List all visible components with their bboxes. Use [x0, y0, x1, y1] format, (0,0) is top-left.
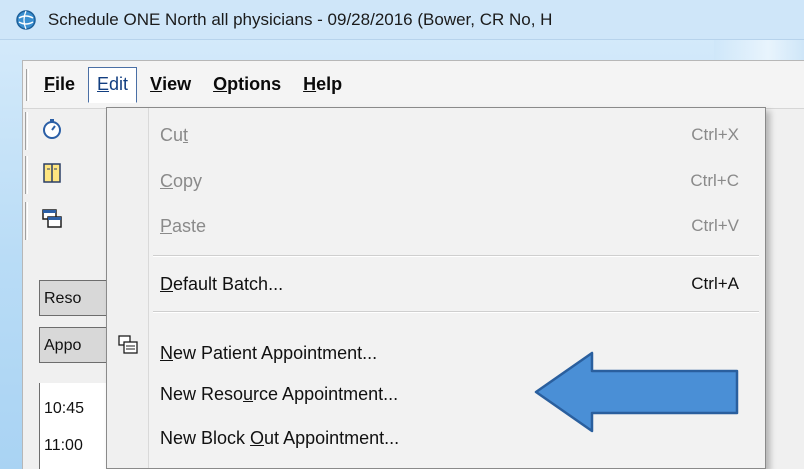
menu-options[interactable]: Options	[204, 67, 290, 103]
menubar-grip[interactable]	[26, 68, 29, 101]
time-cell: 11:00	[44, 437, 83, 454]
windows-button[interactable]	[31, 202, 73, 240]
menu-help[interactable]: Help	[294, 67, 351, 103]
menu-item-shortcut: Ctrl+X	[691, 125, 739, 144]
menu-options-mnemonic: O	[213, 74, 228, 94]
menu-item-label: Cut	[160, 124, 189, 145]
menu-view-rest: iew	[162, 74, 192, 94]
side-toolbar	[23, 110, 81, 250]
toolbar-grip-3[interactable]	[25, 202, 28, 240]
window-title: Schedule ONE North all physicians - 09/2…	[47, 9, 553, 29]
menu-item-copy[interactable]: Copy Ctrl+C	[149, 164, 765, 198]
menu-item-label: Default Batch...	[160, 273, 284, 294]
grid-header-resource-text: Reso	[44, 290, 82, 307]
menu-file[interactable]: File	[35, 67, 84, 103]
menu-item-cut[interactable]: Cut Ctrl+X	[149, 118, 765, 152]
menu-item-label: Copy	[160, 170, 203, 191]
menu-item-paste[interactable]: Paste Ctrl+V	[149, 209, 765, 243]
toolbar-grip[interactable]	[25, 112, 28, 150]
window-titlebar: Schedule ONE North all physicians - 09/2…	[0, 0, 804, 40]
menu-icon-gutter	[107, 108, 149, 468]
menu-item-label: New Patient Appointment...	[160, 342, 378, 363]
menu-help-rest: elp	[316, 74, 343, 94]
menu-view-mnemonic: V	[150, 74, 163, 94]
menu-edit-mnemonic: E	[97, 74, 110, 94]
menu-item-label: New Block Out Appointment...	[160, 427, 400, 448]
menu-file-mnemonic: F	[44, 74, 55, 94]
grid-header-appointment-text: Appo	[44, 337, 82, 354]
toolbar-grip-2[interactable]	[25, 156, 28, 194]
menu-item-label: New Resource Appointment...	[160, 383, 399, 404]
menu-edit[interactable]: Edit	[88, 66, 138, 103]
app-globe-icon	[14, 8, 38, 32]
menu-item-default-batch[interactable]: Default Batch... Ctrl+A	[149, 267, 765, 301]
book-button[interactable]	[31, 156, 73, 194]
menu-options-rest: ptions	[227, 74, 282, 94]
menu-separator-highlight	[153, 312, 759, 313]
menu-item-shortcut: Ctrl+C	[690, 171, 739, 190]
menu-item-shortcut: Ctrl+V	[691, 216, 739, 235]
menu-view[interactable]: View	[141, 67, 200, 103]
stopwatch-button[interactable]	[31, 112, 73, 150]
stopwatch-icon	[40, 117, 64, 146]
menu-help-mnemonic: H	[303, 74, 317, 94]
menu-item-label: Paste	[160, 215, 207, 236]
new-appointment-icon	[116, 333, 140, 357]
menu-bar: File Edit View Options Help	[23, 61, 804, 109]
menu-item-shortcut: Ctrl+A	[691, 274, 739, 293]
windows-icon	[40, 207, 64, 236]
book-icon	[40, 161, 64, 190]
time-cell: 10:45	[44, 400, 85, 417]
menu-separator-highlight	[153, 256, 759, 257]
annotation-arrow-icon	[534, 351, 739, 433]
menu-file-rest: ile	[55, 74, 76, 94]
menu-edit-rest: dit	[109, 74, 129, 94]
